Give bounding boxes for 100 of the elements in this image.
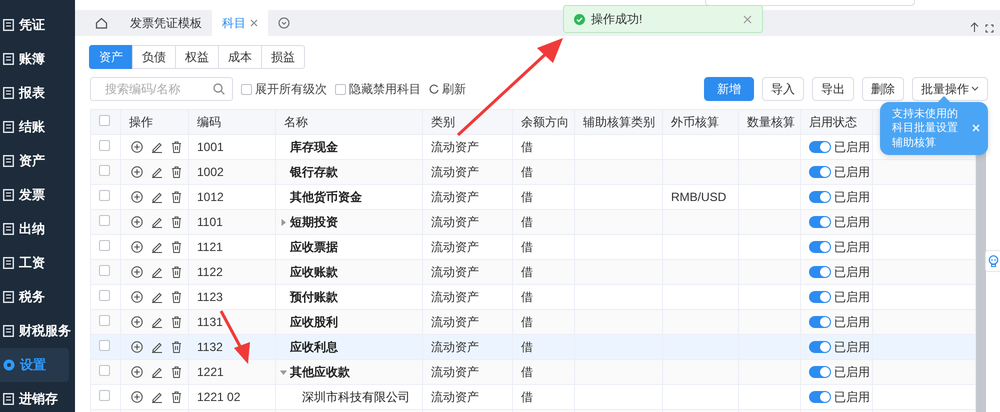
caret-right-icon[interactable] — [280, 219, 287, 226]
trash-icon — [171, 391, 182, 403]
document-icon — [3, 189, 14, 201]
check-circle-icon — [574, 14, 585, 24]
trash-icon — [171, 216, 182, 228]
trash-icon — [171, 241, 182, 253]
category-tab[interactable]: 权益 — [175, 45, 219, 69]
status-label: 已启用 — [834, 339, 870, 356]
feedback-button[interactable] — [985, 250, 1000, 272]
trash-icon — [171, 141, 182, 153]
toggle-switch[interactable] — [809, 316, 831, 328]
sidebar-item[interactable]: 发票 — [0, 178, 75, 212]
add-icon — [131, 266, 143, 278]
table-row[interactable]: 1131 应收股利 流动资产 借 已启用 — [90, 310, 976, 334]
toggle-switch[interactable] — [809, 141, 831, 153]
chevron-down-icon — [278, 17, 290, 29]
checkbox[interactable] — [99, 340, 110, 351]
toolbar-button[interactable]: 删除 — [862, 77, 904, 101]
sidebar-item[interactable]: 报表 — [0, 76, 75, 110]
toggle-switch[interactable] — [809, 366, 831, 378]
add-icon — [131, 391, 143, 403]
tab[interactable]: 科目 — [212, 10, 268, 36]
checkbox[interactable] — [99, 265, 110, 276]
table-row[interactable]: 1221 其他应收款 流动资产 借 已启用 — [90, 360, 976, 384]
sidebar-item[interactable]: 进销存 — [0, 382, 75, 412]
toolbar-button[interactable]: 导入 — [762, 77, 804, 101]
trash-icon — [171, 266, 182, 278]
category-tab[interactable]: 损益 — [261, 45, 305, 69]
status-label: 已启用 — [834, 189, 870, 206]
sidebar-item[interactable]: 出纳 — [0, 212, 75, 246]
toggle-switch[interactable] — [809, 191, 831, 203]
table-cell: 借 — [512, 210, 574, 234]
add-icon — [131, 141, 143, 153]
pencil-icon — [151, 191, 163, 203]
column-header: 名称 — [276, 110, 422, 134]
sidebar-item[interactable]: 资产 — [0, 144, 75, 178]
sidebar-item[interactable]: 设置 — [0, 348, 69, 382]
checkbox[interactable] — [99, 290, 110, 301]
column-header: 数量核算 — [738, 110, 800, 134]
checkbox[interactable] — [99, 115, 110, 126]
dropdown-button[interactable]: 批量操作 — [912, 77, 988, 101]
refresh-icon — [429, 84, 439, 94]
sidebar-item[interactable]: 结账 — [0, 110, 75, 144]
account-name: 银行存款 — [290, 165, 338, 179]
table-cell: 流动资产 — [422, 334, 512, 360]
table-cell: 1131 — [188, 310, 276, 334]
checkbox[interactable] — [99, 315, 110, 326]
toast-message: 操作成功! — [591, 11, 644, 28]
trash-icon — [171, 316, 182, 328]
table-row[interactable]: 1101 短期投资 流动资产 借 已启用 — [90, 210, 976, 234]
document-icon — [3, 257, 14, 269]
table-row[interactable]: 1132 应收利息 流动资产 借 已启用 — [90, 334, 976, 360]
checkbox[interactable] — [335, 84, 346, 94]
checkbox[interactable] — [99, 365, 110, 376]
toggle-switch[interactable] — [809, 341, 831, 353]
tab[interactable]: 发票凭证模板 — [120, 10, 212, 36]
toggle-switch[interactable] — [809, 166, 831, 178]
status-label: 已启用 — [834, 364, 870, 381]
trash-icon — [171, 191, 182, 203]
sidebar-item[interactable]: 账簿 — [0, 42, 75, 76]
checkbox[interactable] — [241, 84, 252, 94]
column-header: 辅助核算类别 — [574, 110, 662, 134]
account-name: 应收账款 — [290, 265, 338, 279]
toggle-switch[interactable] — [809, 241, 831, 253]
close-icon — [743, 14, 752, 24]
search-field[interactable]: 搜索编码/名称 — [90, 77, 233, 101]
close-icon[interactable] — [250, 19, 258, 27]
document-icon — [3, 223, 14, 235]
table-row[interactable]: 1122 应收账款 流动资产 借 已启用 — [90, 260, 976, 284]
fullscreen-icon — [985, 24, 994, 33]
checkbox[interactable] — [99, 140, 110, 151]
column-header: 外币核算 — [662, 110, 738, 134]
status-label: 已启用 — [834, 164, 870, 181]
sidebar-item[interactable]: 工资 — [0, 246, 75, 280]
checkbox[interactable] — [99, 215, 110, 226]
sidebar-item[interactable]: 税务 — [0, 280, 75, 314]
toolbar-button[interactable]: 导出 — [812, 77, 854, 101]
sidebar-item[interactable]: 凭证 — [0, 8, 75, 42]
category-tab[interactable]: 负债 — [132, 45, 176, 69]
toggle-switch[interactable] — [809, 216, 831, 228]
toggle-switch[interactable] — [809, 266, 831, 278]
table-cell: 流动资产 — [422, 260, 512, 284]
document-icon — [3, 155, 14, 167]
account-name: 其他应收款 — [290, 365, 350, 379]
checkbox[interactable] — [99, 390, 110, 401]
toggle-switch[interactable] — [809, 391, 831, 403]
checkbox[interactable] — [99, 165, 110, 176]
trash-icon — [171, 366, 182, 378]
category-tab[interactable]: 成本 — [218, 45, 262, 69]
toggle-switch[interactable] — [809, 291, 831, 303]
add-icon — [131, 216, 143, 228]
status-label: 已启用 — [834, 389, 870, 406]
table-cell: 借 — [512, 160, 574, 184]
add-icon — [131, 166, 143, 178]
sidebar-item[interactable]: 财税服务 — [0, 314, 75, 348]
checkbox[interactable] — [99, 190, 110, 201]
refresh-link[interactable]: 刷新 — [429, 80, 466, 98]
table-row[interactable]: 1002 银行存款 流动资产 借 已启用 — [90, 160, 976, 184]
caret-down-icon[interactable] — [280, 369, 287, 376]
checkbox[interactable] — [99, 240, 110, 251]
